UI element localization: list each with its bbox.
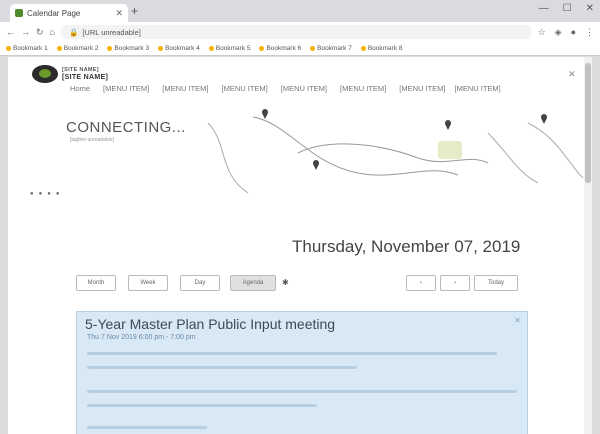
event-description-line — [87, 426, 207, 429]
settings-icon[interactable]: ✱ — [282, 278, 289, 287]
address-bar[interactable]: 🔒 [URL unreadable] — [60, 25, 532, 39]
view-month-button[interactable]: Month — [76, 275, 116, 291]
browser-tab[interactable]: Calendar Page ✕ — [10, 4, 128, 22]
calendar-date-heading: Thursday, November 07, 2019 — [292, 237, 521, 256]
nav-item[interactable]: [MENU ITEM] — [399, 84, 445, 93]
instagram-icon[interactable]: ● — [47, 191, 51, 197]
logo-line-2: [SITE NAME] — [62, 74, 109, 81]
bookmark-item[interactable]: Bookmark 8 — [360, 45, 403, 52]
bookmark-item[interactable]: Bookmark 4 — [158, 45, 200, 52]
profile-icon[interactable]: ● — [571, 27, 576, 38]
email-icon[interactable]: ● — [56, 191, 60, 197]
bookmark-item[interactable]: Bookmark 1 — [6, 45, 48, 52]
nav-item[interactable]: Home — [70, 84, 90, 93]
logo-line-1: [SITE NAME] — [62, 67, 99, 73]
event-description-line — [87, 352, 497, 355]
back-icon[interactable]: ← — [6, 27, 15, 37]
main-navigation: Home [MENU ITEM] [MENU ITEM] [MENU ITEM]… — [70, 84, 501, 93]
social-links: ● ● ● ● — [30, 191, 60, 197]
nav-item[interactable]: [MENU ITEM] — [455, 84, 501, 93]
nav-item[interactable]: [MENU ITEM] — [281, 84, 327, 93]
close-window-icon[interactable]: ✕ — [586, 3, 594, 14]
nav-item[interactable]: [MENU ITEM] — [103, 84, 149, 93]
site-logo[interactable]: [SITE NAME] [SITE NAME] — [32, 65, 108, 83]
view-week-button[interactable]: Week — [128, 275, 168, 291]
event-description-line — [87, 390, 517, 393]
hero-title: CONNECTING... — [66, 119, 186, 136]
nav-item[interactable]: [MENU ITEM] — [162, 84, 208, 93]
bookmark-item[interactable]: Bookmark 2 — [56, 45, 98, 52]
close-icon[interactable]: ✕ — [514, 316, 521, 325]
event-time: Thu 7 Nov 2019 6:00 pm - 7:00 pm — [87, 334, 196, 341]
nav-item[interactable]: [MENU ITEM] — [340, 84, 386, 93]
bookmark-item[interactable]: Bookmark 3 — [107, 45, 149, 52]
reload-icon[interactable]: ↻ — [36, 27, 44, 38]
event-title[interactable]: 5-Year Master Plan Public Input meeting — [85, 316, 335, 332]
facebook-icon[interactable]: ● — [30, 191, 34, 197]
new-tab-button[interactable]: + — [131, 4, 138, 18]
nav-item[interactable]: [MENU ITEM] — [222, 84, 268, 93]
lock-icon: 🔒 — [68, 27, 79, 37]
event-description-line — [87, 366, 357, 369]
bookmark-item[interactable]: Bookmark 5 — [208, 45, 250, 52]
hero-subtitle: [tagline unreadable] — [70, 137, 114, 143]
event-description-line — [87, 404, 317, 407]
bookmark-item[interactable]: Bookmark 6 — [259, 45, 301, 52]
logo-mark-icon — [32, 65, 58, 83]
bookmark-item[interactable]: Bookmark 7 — [310, 45, 352, 52]
address-text: [URL unreadable] — [82, 27, 141, 37]
scrollbar-thumb[interactable] — [585, 63, 591, 183]
page-content: [SITE NAME] [SITE NAME] ✕ Home [MENU ITE… — [8, 57, 592, 434]
forward-icon[interactable]: → — [21, 27, 30, 37]
browser-tab-strip: Calendar Page ✕ + — ☐ ✕ — [0, 0, 600, 22]
home-icon[interactable]: ⌂ — [50, 27, 55, 37]
menu-icon[interactable]: ⋮ — [585, 27, 594, 38]
star-icon[interactable]: ☆ — [538, 27, 546, 38]
view-agenda-button[interactable]: Agenda — [230, 275, 276, 291]
event-card[interactable]: ✕ 5-Year Master Plan Public Input meetin… — [76, 311, 528, 434]
next-button[interactable]: › — [440, 275, 470, 291]
trail-map-graphic — [207, 109, 584, 194]
tab-title: Calendar Page — [27, 8, 81, 18]
window-controls: — ☐ ✕ — [539, 3, 594, 14]
twitter-icon[interactable]: ● — [39, 191, 43, 197]
close-icon[interactable]: ✕ — [568, 69, 576, 80]
extension-icon[interactable]: ◈ — [555, 27, 562, 38]
minimize-icon[interactable]: — — [539, 3, 549, 14]
close-tab-icon[interactable]: ✕ — [115, 8, 123, 19]
today-button[interactable]: Today — [474, 275, 518, 291]
maximize-icon[interactable]: ☐ — [563, 3, 572, 14]
bookmarks-bar: Bookmark 1 Bookmark 2 Bookmark 3 Bookmar… — [0, 42, 600, 56]
site-favicon-icon — [15, 9, 23, 17]
browser-toolbar: ← → ↻ ⌂ 🔒 [URL unreadable] ☆ ◈ ● ⋮ — [0, 22, 600, 42]
prev-button[interactable]: ‹ — [406, 275, 436, 291]
page-scrollbar[interactable] — [584, 57, 592, 434]
view-day-button[interactable]: Day — [180, 275, 220, 291]
